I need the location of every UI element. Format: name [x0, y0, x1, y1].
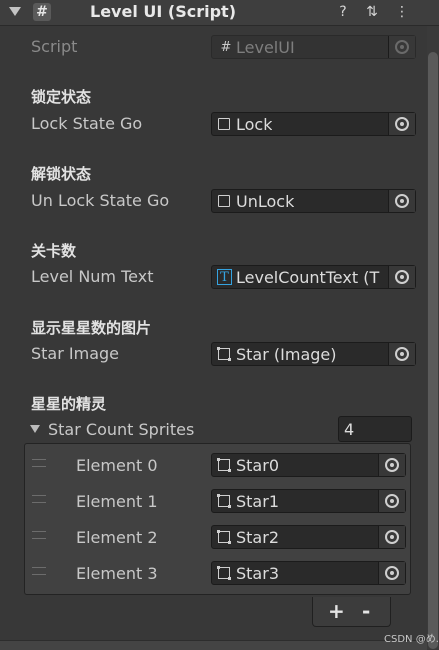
element-label: Element 0 — [76, 456, 158, 475]
star-image-field[interactable]: Star (Image) — [211, 342, 416, 366]
element-field[interactable]: Star1 — [211, 489, 406, 513]
element-value: Star2 — [236, 528, 279, 547]
object-picker-button[interactable] — [388, 190, 415, 212]
target-icon — [395, 194, 409, 208]
array-foldout-icon[interactable] — [30, 425, 40, 433]
object-picker-button[interactable] — [378, 562, 405, 584]
add-element-button[interactable]: + — [328, 599, 345, 623]
watermark: CSDN @め. — [384, 634, 439, 645]
sprite-icon — [217, 458, 231, 472]
remove-element-button[interactable]: - — [362, 599, 370, 623]
lock-state-go-label: Lock State Go — [31, 114, 143, 133]
unlock-state-go-field[interactable]: UnLock — [211, 189, 416, 213]
element-value: Star1 — [236, 492, 279, 511]
help-icon[interactable]: ? — [333, 2, 353, 22]
object-picker-button[interactable] — [378, 526, 405, 548]
preset-settings-icon[interactable]: ⇅ — [362, 2, 382, 22]
array-size-input[interactable]: 4 — [338, 416, 412, 442]
element-label: Element 1 — [76, 492, 158, 511]
element-value: Star3 — [236, 564, 279, 583]
element-field[interactable]: Star3 — [211, 561, 406, 585]
object-picker-button — [388, 36, 415, 58]
unlock-state-go-label: Un Lock State Go — [31, 191, 170, 210]
gameobject-icon — [218, 118, 230, 130]
target-icon — [395, 40, 409, 54]
sprite-icon — [217, 530, 231, 544]
target-icon — [385, 566, 399, 580]
section-header-lock: 锁定状态 — [31, 88, 92, 106]
element-value: Star0 — [236, 456, 279, 475]
script-label: Script — [31, 37, 78, 56]
gameobject-icon — [218, 195, 230, 207]
drag-handle-icon[interactable] — [32, 567, 46, 575]
section-header-unlock: 解锁状态 — [31, 165, 92, 183]
object-picker-button[interactable] — [388, 266, 415, 288]
target-icon — [385, 458, 399, 472]
element-label: Element 2 — [76, 528, 158, 547]
star-image-label: Star Image — [31, 344, 120, 363]
element-label: Element 3 — [76, 564, 158, 583]
object-picker-button[interactable] — [378, 454, 405, 476]
section-header-star-image: 显示星星数的图片 — [31, 319, 152, 337]
script-icon: # — [33, 3, 51, 21]
kebab-menu-icon[interactable]: ⋮ — [392, 2, 412, 22]
text-component-icon: T — [217, 269, 232, 285]
lock-state-go-value: Lock — [236, 115, 273, 134]
lock-state-go-field[interactable]: Lock — [211, 112, 416, 136]
target-icon — [385, 494, 399, 508]
object-picker-button[interactable] — [388, 113, 415, 135]
drag-handle-icon[interactable] — [32, 495, 46, 503]
target-icon — [395, 117, 409, 131]
fold-arrow-icon[interactable] — [9, 7, 21, 16]
drag-handle-icon[interactable] — [32, 531, 46, 539]
sprite-icon — [217, 494, 231, 508]
target-icon — [385, 530, 399, 544]
object-picker-button[interactable] — [378, 490, 405, 512]
component-title: Level UI (Script) — [90, 2, 237, 21]
element-field[interactable]: Star2 — [211, 525, 406, 549]
object-picker-button[interactable] — [388, 343, 415, 365]
drag-handle-icon[interactable] — [32, 459, 46, 467]
scrollbar-thumb[interactable] — [428, 52, 438, 649]
section-header-star-sprites: 星星的精灵 — [31, 395, 107, 413]
script-field-value: LevelUI — [236, 38, 295, 57]
script-field: # LevelUI — [211, 35, 416, 59]
star-count-sprites-label[interactable]: Star Count Sprites — [48, 420, 194, 439]
target-icon — [395, 347, 409, 361]
level-num-text-value: LevelCountText (T — [236, 268, 380, 287]
sprite-icon — [217, 566, 231, 580]
target-icon — [395, 270, 409, 284]
section-header-level-count: 关卡数 — [31, 242, 77, 260]
level-num-text-label: Level Num Text — [31, 267, 154, 286]
image-component-icon — [217, 347, 231, 361]
element-field[interactable]: Star0 — [211, 453, 406, 477]
script-file-icon: # — [220, 40, 232, 55]
unlock-state-go-value: UnLock — [236, 192, 295, 211]
level-num-text-field[interactable]: T LevelCountText (T — [211, 265, 416, 289]
array-footer: + - — [312, 597, 391, 627]
star-image-value: Star (Image) — [236, 345, 337, 364]
